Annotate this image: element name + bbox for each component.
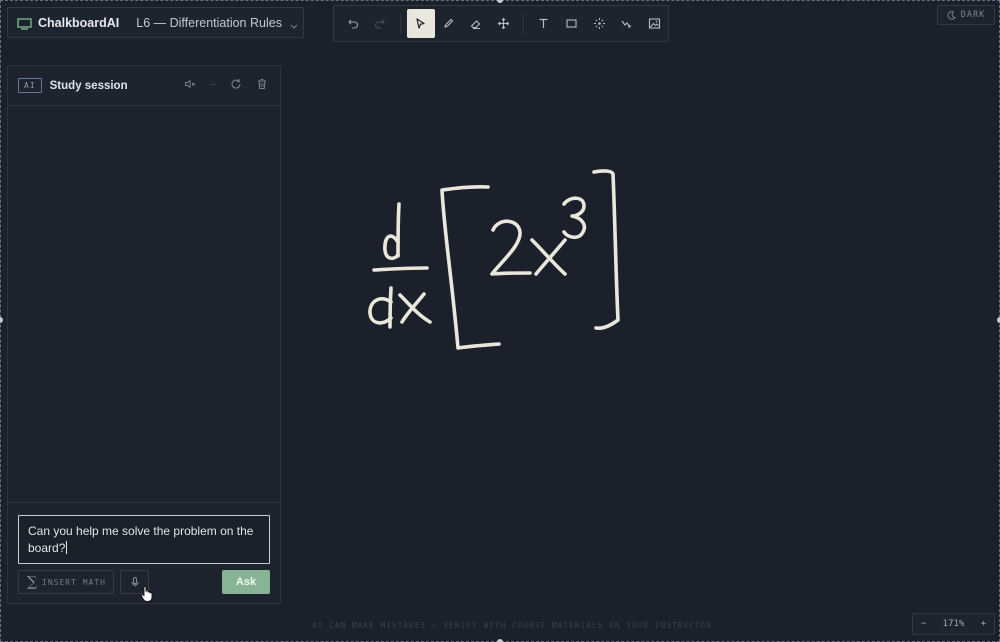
select-icon	[416, 18, 425, 29]
chalk-stroke	[368, 297, 393, 325]
panel-header: AI Study session	[8, 66, 280, 106]
chalk-stroke	[388, 286, 393, 329]
image-icon	[648, 18, 660, 29]
zoom-out-button[interactable]: −	[921, 619, 926, 629]
app-name: ChalkboardAI	[38, 15, 120, 30]
chalk-stroke	[440, 184, 501, 350]
divider	[210, 83, 216, 85]
rectangle-tool-button[interactable]	[558, 9, 586, 38]
undo-button[interactable]	[339, 9, 367, 38]
sigma-icon: ∑	[27, 574, 38, 590]
text-caret	[66, 541, 68, 554]
pen-tool-button[interactable]	[435, 9, 463, 38]
question-input[interactable]: Can you help me solve the problem on the…	[18, 515, 270, 564]
chevron-down-icon[interactable]	[289, 18, 299, 29]
chalk-stroke	[383, 234, 400, 261]
ai-study-panel: AI Study session Can you help me solve t…	[7, 65, 281, 604]
select-tool-button[interactable]	[407, 9, 435, 38]
theme-label: DARK	[960, 10, 986, 20]
connector-tool-button[interactable]	[613, 9, 641, 38]
rectangle-icon	[566, 19, 577, 28]
trash-icon	[258, 79, 266, 89]
redo-button[interactable]	[367, 9, 395, 38]
zoom-control: − 171% +	[912, 613, 995, 635]
eraser-tool-button[interactable]	[462, 9, 490, 38]
speaker-muted-icon	[185, 79, 195, 89]
redo-icon	[374, 19, 385, 29]
theme-toggle-button[interactable]: DARK	[937, 5, 995, 25]
hand-cursor-icon	[141, 586, 153, 602]
resize-handle-left[interactable]	[0, 317, 3, 323]
refresh-icon	[231, 79, 241, 89]
toolbar-separator	[400, 13, 402, 34]
microphone-icon	[131, 577, 138, 587]
panel-actions	[184, 78, 268, 90]
undo-icon	[348, 19, 359, 29]
pen-icon	[444, 18, 454, 28]
eraser-icon	[471, 20, 481, 29]
toolbar-separator	[523, 13, 525, 34]
laser-icon	[593, 18, 605, 29]
panel-title: Study session	[49, 79, 128, 92]
lesson-title[interactable]: L6 — Differentiation Rules	[136, 16, 282, 30]
handwritten-expression[interactable]	[360, 160, 640, 360]
move-tool-button[interactable]	[490, 9, 518, 38]
text-tool-button[interactable]	[530, 9, 558, 38]
chalk-stroke	[372, 266, 429, 272]
ask-button[interactable]: Ask	[222, 570, 270, 594]
ai-disclaimer: AI CAN MAKE MISTAKES — VERIFY WITH COURS…	[312, 621, 713, 630]
chalk-stroke	[490, 219, 532, 276]
insert-math-button[interactable]: ∑ INSERT MATH	[18, 570, 114, 594]
insert-math-label: INSERT MATH	[42, 577, 106, 587]
move-icon	[497, 17, 510, 30]
chalk-stroke	[562, 196, 587, 240]
moon-icon	[947, 10, 956, 20]
image-tool-button[interactable]	[640, 9, 668, 38]
chalkboard-logo-icon	[17, 17, 32, 30]
chalk-stroke	[592, 169, 620, 330]
app-header: ChalkboardAI L6 — Differentiation Rules	[7, 7, 304, 38]
drawing-toolbar	[333, 5, 669, 42]
connector-icon	[621, 20, 631, 28]
resize-handle-top[interactable]	[497, 0, 503, 3]
chat-history[interactable]	[8, 107, 280, 501]
mute-button[interactable]	[184, 78, 196, 90]
question-text: Can you help me solve the problem on the…	[28, 524, 254, 555]
refresh-button[interactable]	[230, 78, 242, 90]
zoom-in-button[interactable]: +	[981, 619, 986, 629]
zoom-level: 171%	[942, 619, 965, 629]
ai-badge: AI	[18, 78, 42, 93]
laser-tool-button[interactable]	[585, 9, 613, 38]
chalk-stroke	[396, 202, 401, 258]
delete-button[interactable]	[256, 78, 268, 90]
text-icon	[539, 18, 548, 28]
